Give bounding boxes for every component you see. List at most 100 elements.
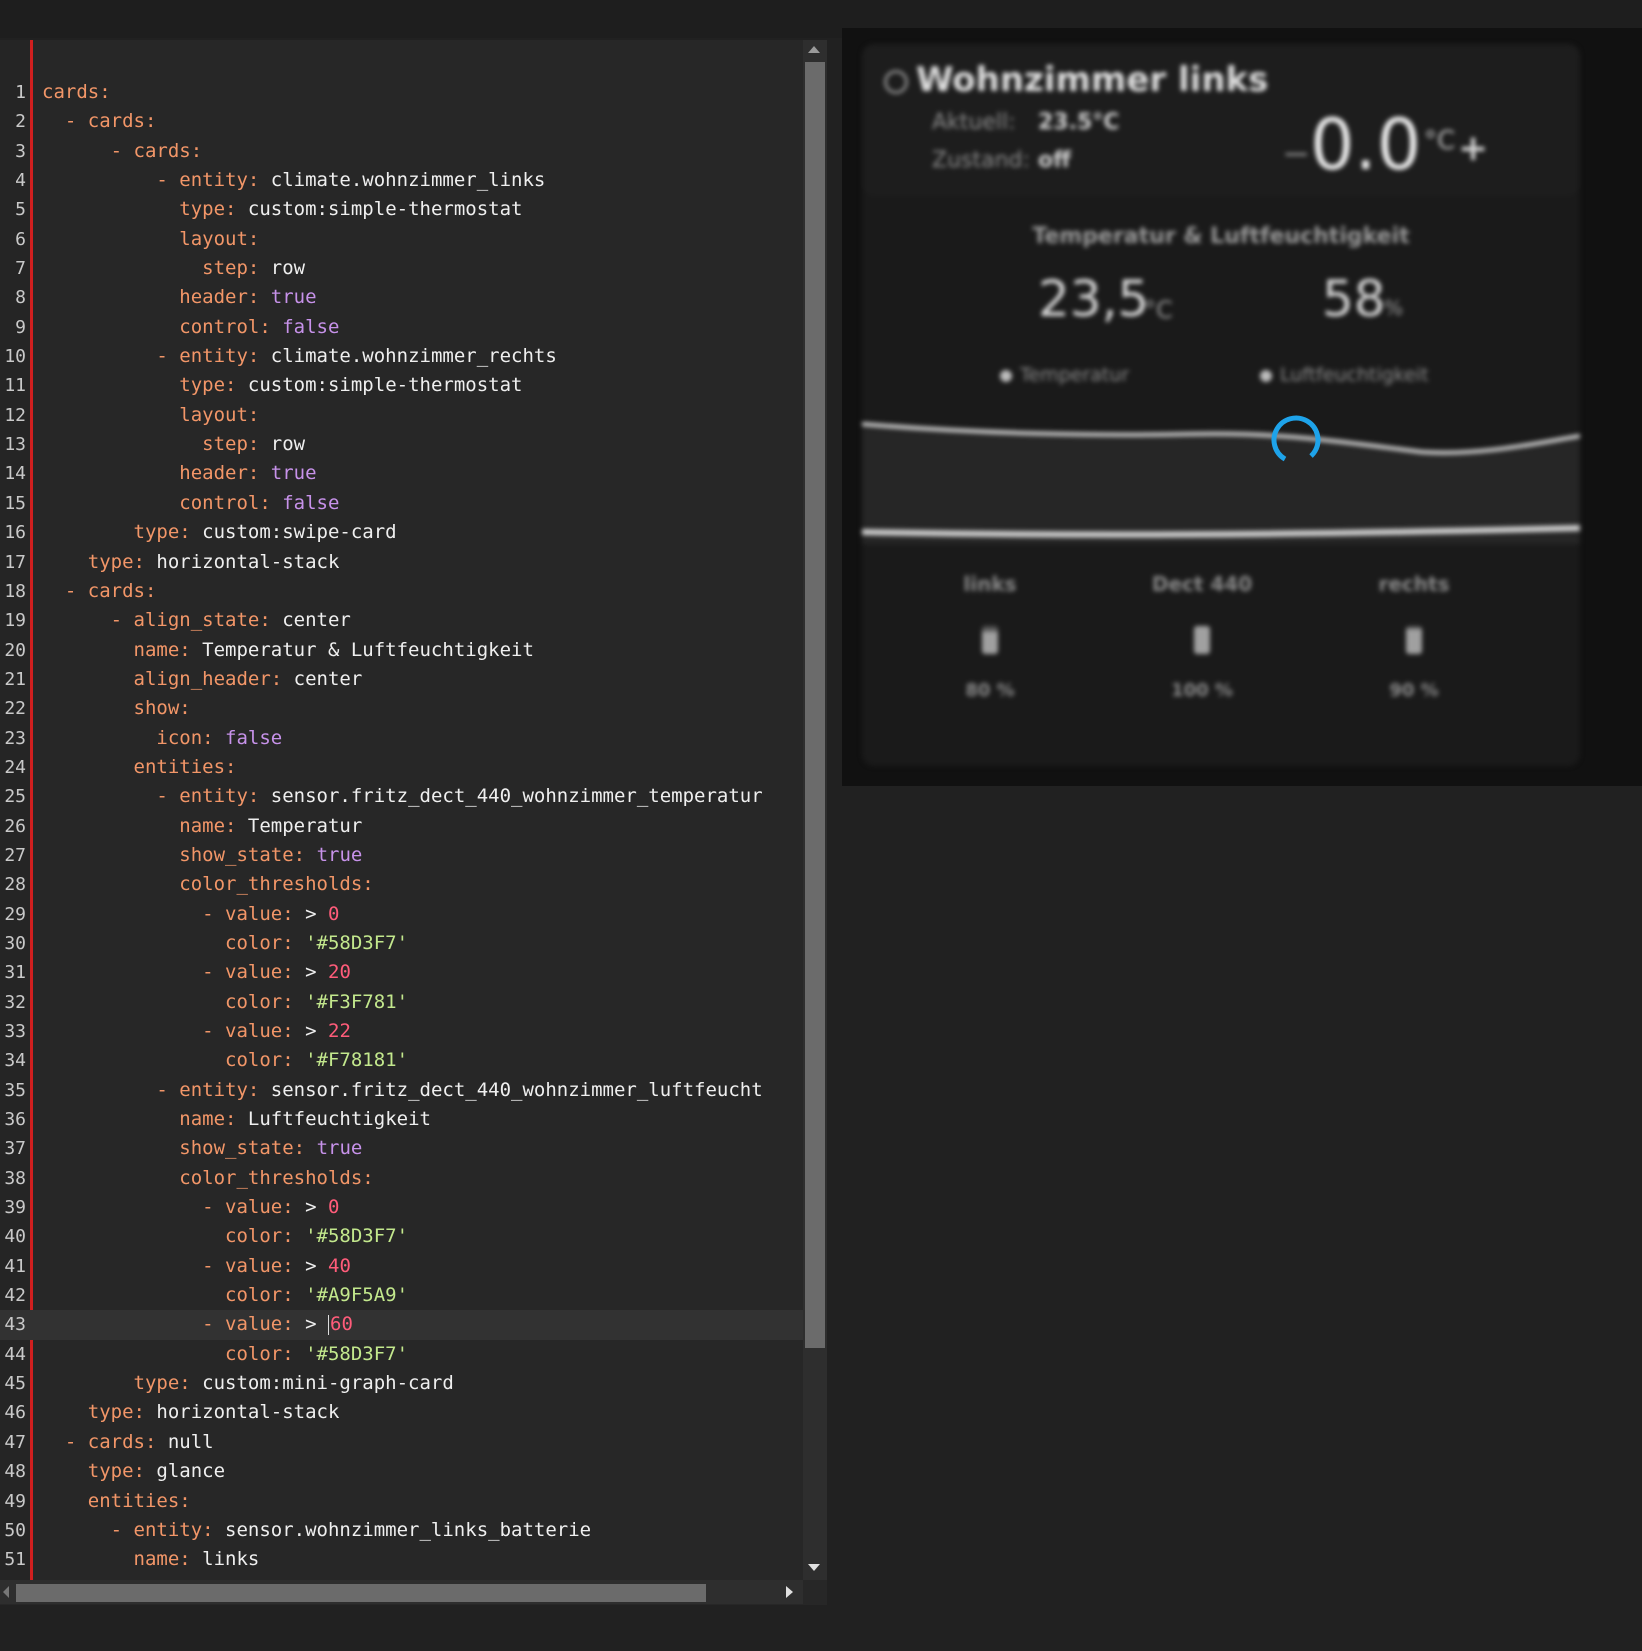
battery-icon[interactable] [1406, 626, 1422, 654]
increase-temp-button[interactable]: + [1458, 128, 1488, 169]
code-line[interactable]: 40 color: '#58D3F7' [0, 1222, 803, 1251]
code-line[interactable]: 13 step: row [0, 430, 803, 459]
code-line[interactable]: 18 - cards: [0, 577, 803, 606]
code-line[interactable]: 26 name: Temperatur [0, 812, 803, 841]
line-number: 31 [4, 962, 26, 984]
horizontal-scrollbar[interactable] [0, 1580, 803, 1604]
code-line[interactable]: 10 - entity: climate.wohnzimmer_rechts [0, 342, 803, 371]
preview-card: Wohnzimmer links Aktuell: 23.5°C Zustand… [862, 44, 1580, 766]
code-line[interactable]: 46 type: horizontal-stack [0, 1398, 803, 1427]
code-line[interactable]: 14 header: true [0, 459, 803, 488]
temperature-area [862, 424, 1580, 544]
code-line[interactable]: 34 color: '#F78181' [0, 1046, 803, 1075]
code-line[interactable]: 11 type: custom:simple-thermostat [0, 371, 803, 400]
code-line[interactable]: 19 - align_state: center [0, 606, 803, 635]
code-text: type: horizontal-stack [87, 1401, 340, 1424]
code-line[interactable]: 42 color: '#A9F5A9' [0, 1281, 803, 1310]
code-line[interactable]: 39 - value: > 0 [0, 1193, 803, 1222]
yaml-code-editor[interactable]: 1 cards: 2 - cards: 3 - cards: 4 - entity: c… [0, 40, 827, 1605]
battery-icon[interactable] [1194, 626, 1210, 654]
line-number: 9 [15, 316, 26, 338]
code-line[interactable]: 50 - entity: sensor.wohnzimmer_links_bat… [0, 1516, 803, 1545]
vertical-scroll-thumb[interactable] [805, 62, 825, 1348]
code-line[interactable]: 45 type: custom:mini-graph-card [0, 1369, 803, 1398]
code-line[interactable]: 43 - value: > 60 [0, 1310, 803, 1340]
legend-temperature[interactable]: Temperatur [1000, 364, 1129, 386]
code-line[interactable]: 16 type: custom:swipe-card [0, 518, 803, 547]
code-line[interactable]: 3 - cards: [0, 137, 803, 166]
power-icon[interactable] [884, 70, 908, 94]
glance-entity-state: 80 % [965, 680, 1015, 701]
line-number: 36 [4, 1109, 26, 1131]
line-number: 14 [4, 463, 26, 485]
code-line[interactable]: 22 show: [0, 694, 803, 723]
code-line[interactable]: 32 color: '#F3F781' [0, 988, 803, 1017]
code-text: - cards: [42, 110, 157, 133]
code-line[interactable]: 20 name: Temperatur & Luftfeuchtigkeit [0, 636, 803, 665]
glance-entity-name: rechts [1378, 572, 1450, 596]
code-line[interactable]: 37 show_state: true [0, 1134, 803, 1163]
code-line[interactable]: 27 show_state: true [0, 841, 803, 870]
code-line[interactable]: 51 name: links [0, 1545, 803, 1574]
code-line[interactable]: 9 control: false [0, 313, 803, 342]
code-line[interactable]: 4 - entity: climate.wohnzimmer_links [0, 166, 803, 195]
code-line[interactable]: 25 - entity: sensor.fritz_dect_440_wohnz… [0, 782, 803, 811]
line-number: 1 [15, 82, 26, 103]
line-number: 10 [4, 346, 26, 368]
code-area[interactable]: 1 cards: 2 - cards: 3 - cards: 4 - entity: c… [0, 78, 803, 1580]
glance-entity-state: 90 % [1389, 680, 1439, 701]
code-line[interactable]: 1 cards: [0, 78, 803, 107]
line-number: 23 [4, 727, 26, 749]
horizontal-scroll-thumb[interactable] [16, 1584, 706, 1602]
line-number: 50 [4, 1519, 26, 1541]
code-line[interactable]: 31 - value: > 20 [0, 958, 803, 987]
decrease-temp-button[interactable]: − [1282, 134, 1311, 174]
scroll-left-arrow-icon[interactable] [3, 1586, 9, 1598]
code-line[interactable]: 30 color: '#58D3F7' [0, 929, 803, 958]
code-line[interactable]: 35 - entity: sensor.fritz_dect_440_wohnz… [0, 1076, 803, 1105]
code-line[interactable]: 23 icon: false [0, 724, 803, 753]
code-line[interactable]: 33 - value: > 22 [0, 1017, 803, 1046]
code-text: header: true [179, 462, 317, 485]
code-line[interactable]: 7 step: row [0, 254, 803, 283]
code-line[interactable]: 5 type: custom:simple-thermostat [0, 195, 803, 224]
scroll-right-arrow-icon[interactable] [786, 1586, 793, 1598]
code-line[interactable]: 15 control: false [0, 489, 803, 518]
code-text: color: '#F3F781' [225, 990, 409, 1013]
code-line[interactable]: 48 type: glance [0, 1457, 803, 1486]
code-line[interactable]: 21 align_header: center [0, 665, 803, 694]
glance-entity-name: Dect 440 [1151, 572, 1253, 596]
line-number: 48 [4, 1461, 26, 1483]
code-line[interactable]: 12 layout: [0, 401, 803, 430]
code-line[interactable]: 49 entities: [0, 1487, 803, 1516]
code-text: - entity: climate.wohnzimmer_links [42, 169, 546, 192]
code-line[interactable]: 41 - value: > 40 [0, 1252, 803, 1281]
code-text: header: true [179, 286, 317, 309]
legend-humidity[interactable]: Luftfeuchtigkeit [1260, 364, 1429, 386]
code-line[interactable]: 44 color: '#58D3F7' [0, 1340, 803, 1369]
code-line[interactable]: 28 color_thresholds: [0, 870, 803, 899]
line-number: 16 [4, 522, 26, 544]
code-text: - entity: sensor.fritz_dect_440_wohnzimm… [42, 1078, 763, 1101]
code-line[interactable]: 2 - cards: [0, 107, 803, 136]
code-text: - entity: climate.wohnzimmer_rechts [42, 345, 557, 368]
line-number: 25 [4, 786, 26, 808]
vertical-scrollbar[interactable] [803, 40, 827, 1580]
code-line[interactable]: 8 header: true [0, 283, 803, 312]
code-line[interactable]: 47 - cards: null [0, 1428, 803, 1457]
code-line[interactable]: 38 color_thresholds: [0, 1164, 803, 1193]
code-text: color: '#A9F5A9' [225, 1284, 409, 1307]
code-line[interactable]: 6 layout: [0, 225, 803, 254]
code-line[interactable]: 36 name: Luftfeuchtigkeit [0, 1105, 803, 1134]
battery-icon[interactable] [982, 626, 998, 654]
code-line[interactable]: 24 entities: [0, 753, 803, 782]
line-number: 44 [4, 1343, 26, 1365]
code-line[interactable]: 29 - value: > 0 [0, 900, 803, 929]
code-text: name: Temperatur [179, 814, 363, 837]
scroll-down-arrow-icon[interactable] [808, 1564, 820, 1571]
code-text: color: '#F78181' [225, 1049, 409, 1072]
code-line[interactable]: 17 type: horizontal-stack [0, 548, 803, 577]
graph-card-name: Temperatur & Luftfeuchtigkeit [1032, 224, 1410, 249]
code-text: entities: [133, 755, 237, 778]
scroll-up-arrow-icon[interactable] [808, 46, 820, 53]
